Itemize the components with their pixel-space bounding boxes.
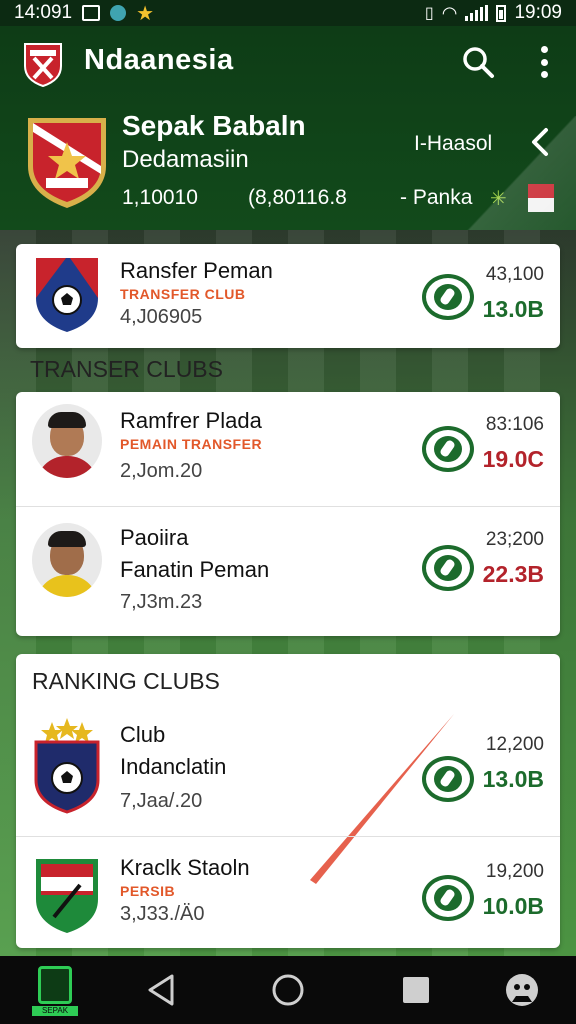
section-title-ranking: RANKING CLUBS <box>32 668 220 694</box>
player-name-line1: Paoiira <box>120 525 189 550</box>
recents-square-icon[interactable] <box>394 968 438 1012</box>
wifi-icon: ◠ <box>441 2 458 23</box>
status-bar: 14:091 ★ ▯ ◠ 19:09 <box>0 0 576 26</box>
club-name-line1: Club <box>120 722 166 747</box>
club-sub: 3,J33./Ä0 <box>120 903 205 925</box>
status-time: 14:091 <box>14 2 73 23</box>
club-crest-icon <box>28 118 106 208</box>
list-item[interactable]: Club Indanclatin 7,Jaa/.20 12,200 13.0B <box>16 710 560 836</box>
player-photo <box>32 523 102 597</box>
section-title-transfer: TRANSER CLUBS <box>30 356 223 382</box>
club-sub: 7,Jaa/.20 <box>120 790 203 812</box>
vibrate-icon: ▯ <box>424 5 434 22</box>
ranking-badge-icon[interactable] <box>422 875 474 921</box>
player-name: Ramfrer Plada <box>120 408 262 433</box>
player-sub: 7,J3m.23 <box>120 591 203 613</box>
rank-icon: ✳ <box>490 188 507 210</box>
player-name: Ransfer Peman <box>120 258 273 283</box>
club-name: Kraclk Staoln <box>120 855 250 880</box>
list-item[interactable]: Kraclk Staoln PERSIB 3,J33./Ä0 19,200 10… <box>16 836 560 948</box>
club-stat-2: (8,80116.8 <box>248 186 347 209</box>
ranking-value: 10.0B <box>482 893 544 919</box>
list-item[interactable]: Ramfrer Plada PEMAIN TRANSFER 2,Jom.20 8… <box>16 392 560 506</box>
club-crest-icon <box>34 718 100 814</box>
club-crest-icon <box>36 258 98 332</box>
player-tag: PEMAIN TRANSFER <box>120 436 263 452</box>
ranking-fee: 12,200 <box>485 734 544 755</box>
battery-icon <box>496 4 507 22</box>
status-clock: 19:09 <box>514 2 562 23</box>
transfer-value: 19.0C <box>482 446 544 472</box>
transfer-value: 13.0B <box>482 296 544 322</box>
transfer-fee: 43,100 <box>485 264 544 285</box>
ranking-card: RANKING CLUBS Club Indanclatin 7,Jaa/.20… <box>16 654 560 948</box>
player-sub: 4,J06905 <box>120 306 203 328</box>
main-content: Ransfer Peman TRANSFER CLUB 4,J06905 43,… <box>0 230 576 956</box>
ranking-fee: 19,200 <box>485 861 544 882</box>
signal-icon <box>465 5 489 21</box>
app-home-icon[interactable]: SEPAK BOLA <box>32 966 78 1024</box>
player-sub: 2,Jom.20 <box>120 460 203 482</box>
profile-icon[interactable] <box>500 968 544 1012</box>
transfer-value: 22.3B <box>482 561 544 587</box>
header-link[interactable]: I-Haasol <box>414 132 492 156</box>
club-name: Sepak Babaln <box>122 110 306 141</box>
club-tag: PERSIB <box>120 883 176 899</box>
transfer-badge-icon[interactable] <box>422 426 474 472</box>
club-stat-1: 1,10010 <box>122 186 198 209</box>
system-nav-bar: SEPAK BOLA <box>0 956 576 1024</box>
club-name-line2: Indanclatin <box>120 754 227 779</box>
app-title: Ndaanesia <box>84 44 234 76</box>
back-triangle-icon[interactable] <box>140 968 184 1012</box>
home-circle-icon[interactable] <box>266 968 310 1012</box>
featured-transfer-card[interactable]: Ransfer Peman TRANSFER CLUB 4,J06905 43,… <box>16 244 560 348</box>
transfer-fee: 83:106 <box>485 414 544 435</box>
home-label: SEPAK BOLA <box>32 1006 78 1024</box>
transfer-badge-icon[interactable] <box>422 545 474 591</box>
rank-label: - Panka <box>400 186 473 209</box>
indonesia-flag-icon <box>528 184 554 212</box>
transfer-list-card: Ramfrer Plada PEMAIN TRANSFER 2,Jom.20 8… <box>16 392 560 636</box>
player-photo <box>32 404 102 478</box>
ranking-value: 13.0B <box>482 766 544 792</box>
ranking-badge-icon[interactable] <box>422 756 474 802</box>
player-tag: TRANSFER CLUB <box>120 286 246 302</box>
club-header: Ndaanesia Sepak Babaln Dedamasiin 1,1001… <box>0 26 576 230</box>
transfer-fee: 23;200 <box>485 529 544 550</box>
club-country: Dedamasiin <box>122 146 249 173</box>
player-name-line2: Fanatin Peman <box>120 557 270 582</box>
notification-icon <box>82 5 101 21</box>
transfer-badge-icon[interactable] <box>422 274 474 320</box>
more-vert-icon[interactable] <box>530 42 558 82</box>
search-icon[interactable] <box>460 44 496 80</box>
app-notification-icon <box>110 5 127 21</box>
app-crest-icon[interactable] <box>22 40 64 88</box>
club-crest-icon <box>36 859 98 933</box>
star-icon: ★ <box>136 2 155 25</box>
chevron-left-icon[interactable] <box>528 126 552 158</box>
list-item[interactable]: Paoiira Fanatin Peman 7,J3m.23 23;200 22… <box>16 506 560 636</box>
app-bar: Ndaanesia <box>0 26 576 96</box>
